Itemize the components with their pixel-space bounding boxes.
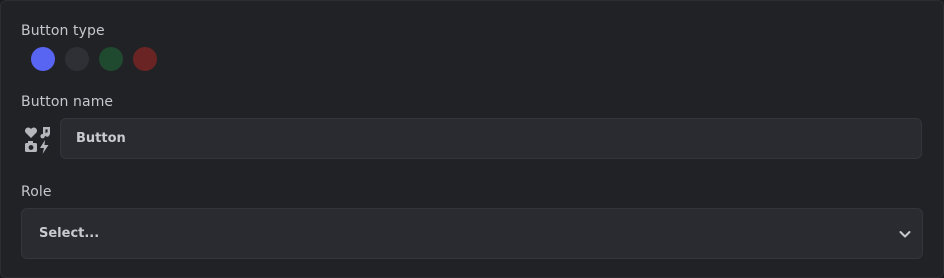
- emoji-picker-icon[interactable]: [23, 125, 53, 155]
- button-type-swatches: [31, 47, 157, 71]
- role-select-value: Select...: [39, 226, 100, 241]
- role-label: Role: [21, 184, 52, 200]
- swatch-primary[interactable]: [31, 47, 55, 71]
- role-select[interactable]: Select...: [21, 208, 923, 259]
- swatch-secondary[interactable]: [65, 47, 89, 71]
- button-config-panel: Button type Button name Role Select...: [0, 0, 944, 278]
- swatch-success[interactable]: [99, 47, 123, 71]
- swatch-danger[interactable]: [133, 47, 157, 71]
- button-type-label: Button type: [21, 23, 105, 39]
- button-name-input[interactable]: [60, 118, 922, 159]
- chevron-down-icon: [899, 231, 911, 238]
- button-name-label: Button name: [21, 94, 114, 110]
